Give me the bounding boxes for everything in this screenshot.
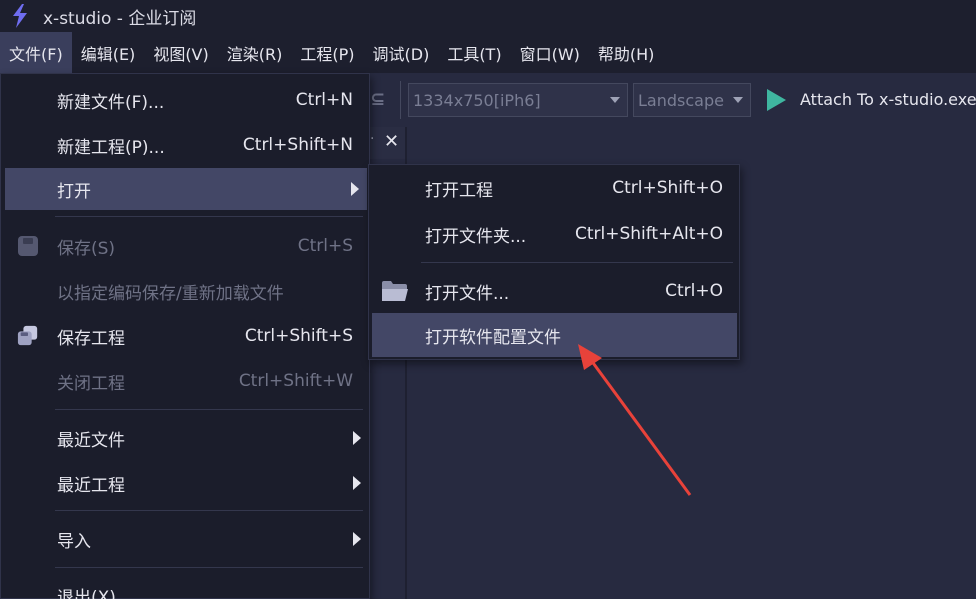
annotation-arrow-icon [578, 344, 692, 496]
menu-item-open[interactable]: 打开 [5, 168, 367, 210]
menu-item-label: 打开文件... [425, 283, 510, 304]
orientation-dropdown[interactable]: Landscape [633, 83, 751, 117]
play-icon[interactable] [767, 89, 786, 111]
resolution-value: 1334x750[iPh6] [413, 90, 541, 110]
menu-separator [55, 409, 363, 410]
menu-separator [55, 510, 363, 511]
menu-item-shortcut: Ctrl+Shift+O [612, 178, 723, 198]
menu-window[interactable]: 窗口(W) [511, 32, 589, 73]
resolution-dropdown[interactable]: 1334x750[iPh6] [408, 83, 628, 117]
submenu-item-open-project[interactable]: 打开工程 Ctrl+Shift+O [369, 167, 739, 209]
chevron-right-icon [351, 182, 359, 196]
chevron-right-icon [353, 532, 361, 546]
menu-item-import[interactable]: 导入 [1, 518, 369, 560]
menu-item-label: 最近文件 [57, 430, 125, 451]
menu-item-label: 退出(X) [57, 587, 116, 599]
menu-separator [55, 567, 363, 568]
menu-item-label: 打开软件配置文件 [425, 327, 561, 348]
menu-item-label: 保存(S) [57, 238, 116, 259]
submenu-item-open-file[interactable]: 打开文件... Ctrl+O [369, 270, 739, 312]
chevron-down-icon [733, 97, 743, 103]
submenu-item-open-folder[interactable]: 打开文件夹... Ctrl+Shift+Alt+O [369, 213, 739, 255]
tab-overflow-icon: · [370, 131, 375, 147]
toolbar: ⊆ 1334x750[iPh6] Landscape Attach To x-s… [370, 73, 976, 127]
menu-item-save[interactable]: 保存(S) Ctrl+S [1, 225, 369, 267]
chevron-down-icon [610, 97, 620, 103]
menu-item-shortcut: Ctrl+S [297, 236, 353, 256]
window-title: x-studio - 企业订阅 [43, 8, 197, 29]
menu-bar: 文件(F) 编辑(E) 视图(V) 渲染(R) 工程(P) 调试(D) 工具(T… [0, 32, 976, 73]
menu-item-recent-projects[interactable]: 最近工程 [1, 462, 369, 504]
chevron-right-icon [353, 476, 361, 490]
menu-tools[interactable]: 工具(T) [438, 32, 510, 73]
menu-item-label: 打开文件夹... [425, 226, 527, 247]
toolbar-separator [400, 81, 401, 119]
folder-icon [382, 281, 408, 301]
menu-item-recent-files[interactable]: 最近文件 [1, 417, 369, 459]
save-project-icon [17, 325, 38, 346]
menu-item-exit[interactable]: 退出(X) [1, 574, 369, 599]
menu-item-label: 以指定编码保存/重新加载文件 [57, 283, 284, 304]
chevron-right-icon [353, 431, 361, 445]
menu-file[interactable]: 文件(F) [0, 32, 72, 73]
menu-item-label: 最近工程 [57, 475, 125, 496]
orientation-value: Landscape [638, 90, 724, 110]
menu-edit[interactable]: 编辑(E) [72, 32, 145, 73]
title-bar: x-studio - 企业订阅 [0, 0, 976, 32]
menu-item-save-with-encoding[interactable]: 以指定编码保存/重新加载文件 [1, 270, 369, 312]
menu-item-label: 关闭工程 [57, 373, 125, 394]
menu-item-new-file[interactable]: 新建文件(F)... Ctrl+N [1, 79, 369, 121]
save-icon [18, 236, 38, 256]
menu-project[interactable]: 工程(P) [291, 32, 363, 73]
menu-separator [55, 216, 363, 217]
menu-item-shortcut: Ctrl+Shift+N [242, 135, 353, 155]
toolbar-format-icon[interactable]: ⊆ [370, 89, 385, 110]
menu-item-label: 导入 [57, 531, 91, 552]
menu-view[interactable]: 视图(V) [144, 32, 217, 73]
menu-separator [421, 262, 733, 263]
menu-item-new-project[interactable]: 新建工程(P)... Ctrl+Shift+N [1, 124, 369, 166]
menu-item-label: 新建文件(F)... [57, 92, 165, 113]
menu-item-shortcut: Ctrl+O [665, 281, 723, 301]
menu-item-label: 新建工程(P)... [57, 137, 165, 158]
menu-item-label: 保存工程 [57, 328, 125, 349]
x-studio-logo-icon [13, 4, 27, 28]
menu-help[interactable]: 帮助(H) [589, 32, 664, 73]
attach-button[interactable]: Attach To x-studio.exe [800, 90, 976, 109]
menu-item-label: 打开 [57, 181, 91, 202]
editor-tab[interactable]: · ✕ [370, 127, 406, 159]
menu-item-shortcut: Ctrl+N [295, 90, 353, 110]
menu-item-label: 打开工程 [425, 180, 493, 201]
menu-item-shortcut: Ctrl+Shift+W [238, 371, 353, 391]
menu-debug[interactable]: 调试(D) [364, 32, 439, 73]
menu-render[interactable]: 渲染(R) [218, 32, 292, 73]
menu-item-close-project[interactable]: 关闭工程 Ctrl+Shift+W [1, 360, 369, 402]
open-submenu: 打开工程 Ctrl+Shift+O 打开文件夹... Ctrl+Shift+Al… [368, 164, 740, 360]
file-menu: 新建文件(F)... Ctrl+N 新建工程(P)... Ctrl+Shift+… [0, 73, 370, 599]
menu-item-shortcut: Ctrl+Shift+S [244, 326, 353, 346]
close-icon[interactable]: ✕ [384, 131, 399, 152]
menu-item-shortcut: Ctrl+Shift+Alt+O [574, 224, 723, 244]
menu-item-save-project[interactable]: 保存工程 Ctrl+Shift+S [1, 315, 369, 357]
